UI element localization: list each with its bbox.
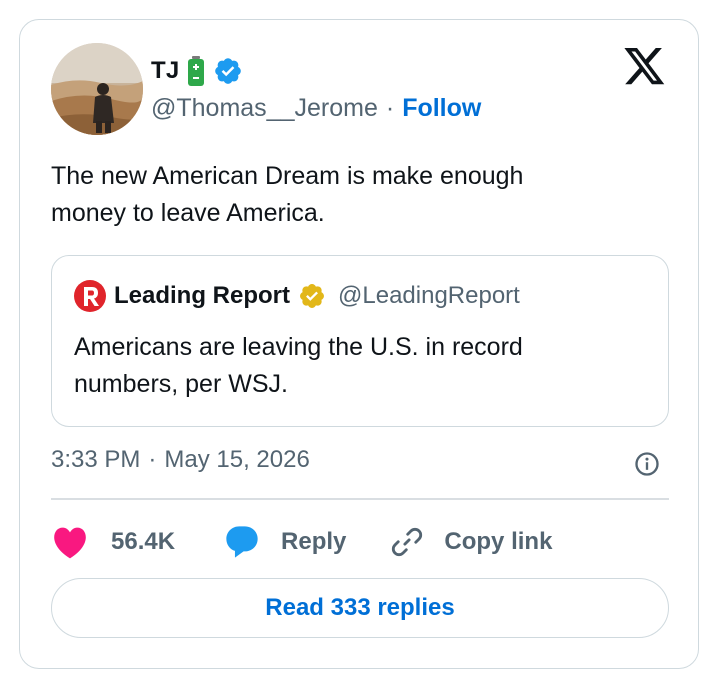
separator-dot: · xyxy=(385,94,395,122)
copy-link-label: Copy link xyxy=(444,528,553,555)
separator-dot: · xyxy=(148,446,157,473)
info-icon[interactable] xyxy=(633,450,661,478)
read-replies-button[interactable]: Read 333 replies xyxy=(51,578,669,638)
speech-bubble-icon xyxy=(223,524,261,560)
quoted-text-line: Americans are leaving the U.S. in record xyxy=(74,333,523,361)
tweet-text-line: money to leave America. xyxy=(51,199,325,227)
follow-button[interactable]: Follow xyxy=(402,94,481,123)
copy-link-button[interactable]: Copy link xyxy=(390,525,552,559)
x-logo-icon[interactable] xyxy=(624,48,666,86)
quoted-author-handle: @LeadingReport xyxy=(338,282,520,309)
action-bar: 56.4K Reply Copy link xyxy=(51,522,552,562)
tweet-text: The new American Dream is make enough mo… xyxy=(51,158,651,232)
avatar[interactable] xyxy=(51,43,143,135)
leading-report-logo-icon xyxy=(74,280,106,312)
divider xyxy=(51,498,669,500)
like-button[interactable]: 56.4K xyxy=(51,525,175,559)
quoted-author-name: Leading Report xyxy=(114,282,291,309)
avatar-image xyxy=(51,43,143,135)
reply-button[interactable]: Reply xyxy=(223,524,346,560)
link-icon xyxy=(390,525,424,559)
timestamp[interactable]: 3:33 PM · May 15, 2026 xyxy=(51,446,310,474)
battery-icon xyxy=(187,56,205,86)
heart-icon xyxy=(51,525,89,559)
author-row: TJ xyxy=(151,54,243,88)
tweet-time: 3:33 PM xyxy=(51,446,141,473)
quoted-tweet-header: Leading Report @LeadingReport xyxy=(74,280,520,312)
tweet-card: TJ @Thomas__Jerome · Follow The new Amer… xyxy=(19,19,699,669)
like-count: 56.4K xyxy=(111,528,176,555)
tweet-date: May 15, 2026 xyxy=(164,446,310,473)
quoted-tweet[interactable]: Leading Report @LeadingReport Americans … xyxy=(51,255,669,427)
author-handle[interactable]: @Thomas__Jerome xyxy=(151,94,378,123)
gold-verified-badge-icon xyxy=(298,282,326,310)
author-name[interactable]: TJ xyxy=(151,57,179,85)
tweet-text-line: The new American Dream is make enough xyxy=(51,162,524,190)
handle-row: @Thomas__Jerome · Follow xyxy=(151,94,481,123)
reply-label: Reply xyxy=(281,528,347,555)
quoted-text-line: numbers, per WSJ. xyxy=(74,370,288,398)
verified-badge-icon[interactable] xyxy=(213,56,243,86)
quoted-tweet-text: Americans are leaving the U.S. in record… xyxy=(74,329,634,403)
